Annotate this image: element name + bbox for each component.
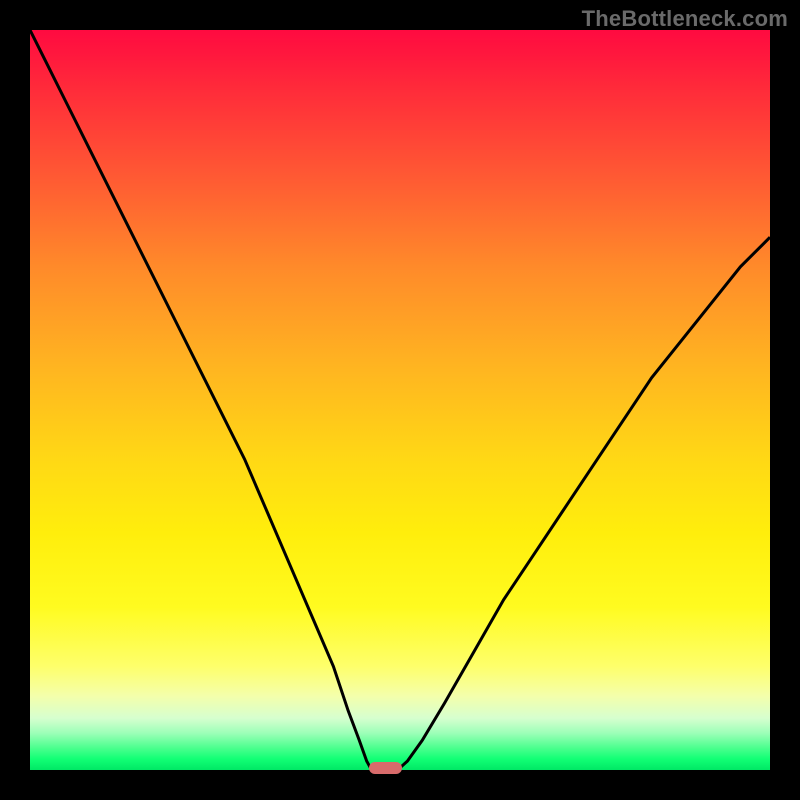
bottleneck-curve-left	[30, 30, 370, 768]
curve-layer	[30, 30, 770, 770]
bottleneck-curve-right	[400, 237, 770, 768]
plot-area	[30, 30, 770, 770]
chart-frame: TheBottleneck.com	[0, 0, 800, 800]
baseline-marker	[369, 762, 402, 774]
watermark-text: TheBottleneck.com	[582, 6, 788, 32]
